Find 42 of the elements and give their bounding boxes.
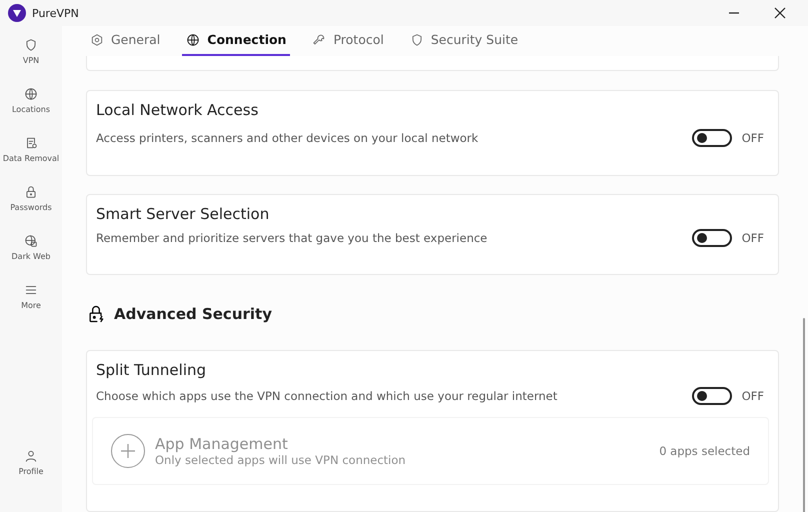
globe-icon: [24, 87, 38, 101]
shield-icon: [24, 38, 38, 52]
sidebar-item[interactable]: Dark Web: [0, 234, 62, 283]
tab[interactable]: General: [86, 26, 164, 56]
toggle-switch[interactable]: [692, 128, 732, 147]
toggle-switch[interactable]: [692, 387, 732, 406]
setting-description: Access printers, scanners and other devices on your local network: [96, 130, 478, 145]
setting-description: Remember and prioritize servers that gave you the best experience: [96, 230, 488, 245]
toggle-state: OFF: [742, 130, 764, 145]
close-icon: [774, 7, 786, 19]
sidebar-item[interactable]: More: [0, 283, 62, 332]
menu-icon: [24, 283, 38, 297]
toggle-state: OFF: [742, 230, 764, 245]
gear-icon: [90, 32, 104, 47]
section-title: Advanced Security: [114, 305, 272, 324]
globe-icon: [24, 234, 38, 248]
tab[interactable]: Protocol: [308, 26, 388, 56]
plus-icon: [120, 443, 136, 460]
toggle-switch[interactable]: [692, 228, 732, 247]
sidebar-item[interactable]: Data Removal: [0, 136, 62, 185]
sidebar-item[interactable]: Profile: [0, 449, 62, 498]
app-management-subtitle: Only selected apps will use VPN connection: [155, 453, 407, 468]
sidebar-item[interactable]: VPN: [0, 38, 62, 87]
app-logo: [8, 4, 26, 22]
sidebar-item[interactable]: Locations: [0, 87, 62, 136]
globe-icon: [186, 32, 200, 47]
app-management-title: App Management: [155, 435, 289, 454]
document-icon: [24, 136, 38, 150]
setting-title: Smart Server Selection: [96, 204, 270, 223]
tab[interactable]: Security Suite: [406, 26, 522, 56]
window-title: PureVPN: [32, 6, 80, 20]
apps-count: 0 apps selected: [659, 444, 750, 458]
sidebar-item[interactable]: Passwords: [0, 185, 62, 234]
setting-description: Choose which apps use the VPN connection and which use your regular internet: [96, 389, 558, 404]
wrench-icon: [312, 32, 326, 47]
scrollbar[interactable]: [803, 318, 805, 512]
shield-icon: [410, 32, 424, 47]
toggle-state: OFF: [742, 389, 764, 404]
padlock-icon: [24, 185, 38, 199]
setting-title: Split Tunneling: [96, 361, 208, 380]
person-icon: [24, 449, 38, 463]
setting-title: Local Network Access: [96, 100, 260, 119]
